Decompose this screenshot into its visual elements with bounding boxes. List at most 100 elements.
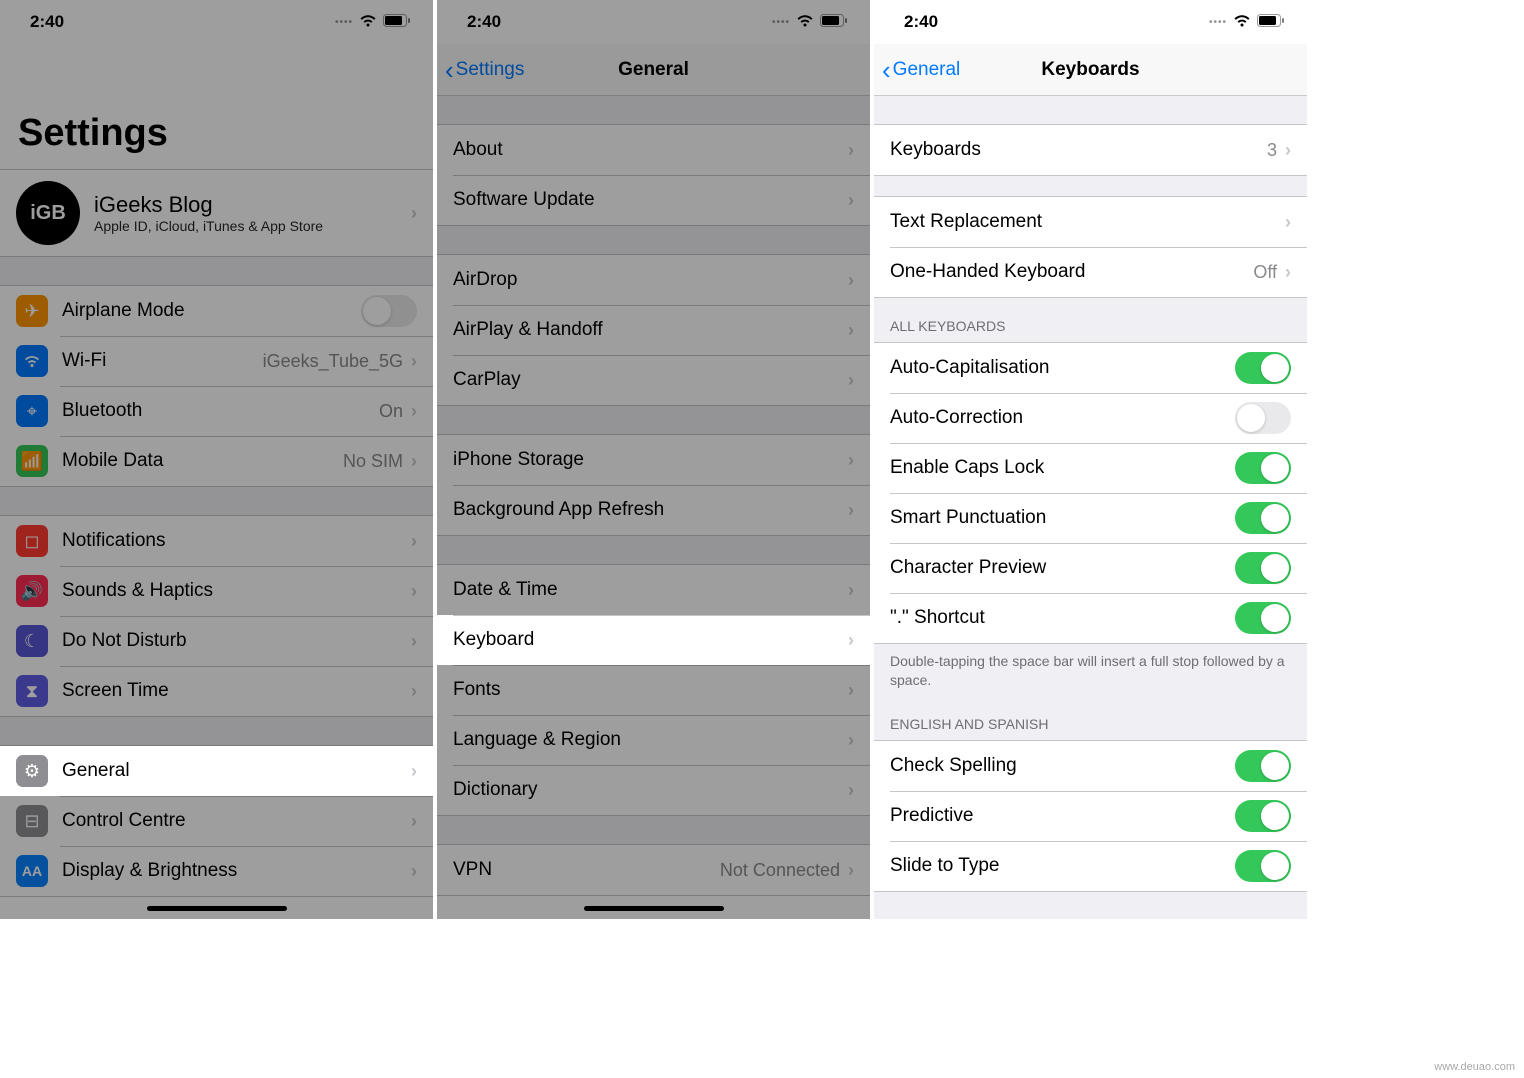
wifi-icon [1233, 12, 1251, 32]
hourglass-icon: ⧗ [16, 675, 48, 707]
airplane-icon: ✈ [16, 295, 48, 327]
row-notifications[interactable]: ◻ Notifications › [0, 516, 433, 566]
chevron-left-icon: ‹ [445, 57, 454, 83]
row-software-update[interactable]: Software Update› [437, 175, 870, 225]
chevron-right-icon: › [848, 730, 854, 751]
chevron-right-icon: › [848, 780, 854, 801]
chevron-right-icon: › [411, 401, 417, 422]
row-character-preview: Character Preview [874, 543, 1307, 593]
back-button[interactable]: ‹ Settings [445, 57, 524, 83]
row-one-handed-keyboard[interactable]: One-Handed Keyboard Off › [874, 247, 1307, 297]
page-whitespace [1307, 0, 1524, 1078]
chevron-right-icon: › [848, 580, 854, 601]
row-wifi[interactable]: Wi-Fi iGeeks_Tube_5G › [0, 336, 433, 386]
watermark: www.deuao.com [1431, 1060, 1518, 1074]
wifi-icon [359, 12, 377, 32]
row-dictionary[interactable]: Dictionary› [437, 765, 870, 815]
row-fonts[interactable]: Fonts› [437, 665, 870, 715]
moon-icon: ☾ [16, 625, 48, 657]
row-screen-time[interactable]: ⧗ Screen Time › [0, 666, 433, 716]
row-vpn[interactable]: VPNNot Connected› [437, 845, 870, 895]
row-airplay-handoff[interactable]: AirPlay & Handoff› [437, 305, 870, 355]
chevron-right-icon: › [411, 631, 417, 652]
row-keyboards-list[interactable]: Keyboards 3 › [874, 125, 1307, 175]
row-carplay[interactable]: CarPlay› [437, 355, 870, 405]
section-header-all-keyboards: ALL KEYBOARDS [874, 298, 1307, 342]
section-header-english-spanish: ENGLISH AND SPANISH [874, 696, 1307, 740]
profile-name: iGeeks Blog [94, 192, 411, 218]
apple-id-row[interactable]: iGB iGeeks Blog Apple ID, iCloud, iTunes… [0, 169, 433, 257]
chevron-right-icon: › [411, 581, 417, 602]
screen-settings-root: 2:40 •••• Settings iGB iGeeks Blog Apple… [0, 0, 433, 919]
check-spelling-toggle[interactable] [1235, 750, 1291, 782]
chevron-right-icon: › [411, 451, 417, 472]
row-mobile-data[interactable]: 📶 Mobile Data No SIM › [0, 436, 433, 486]
avatar: iGB [16, 181, 80, 245]
row-sounds[interactable]: 🔊 Sounds & Haptics › [0, 566, 433, 616]
back-button[interactable]: ‹ General [882, 57, 960, 83]
bluetooth-icon: ⌖ [16, 395, 48, 427]
home-indicator[interactable] [147, 906, 287, 911]
row-background-app-refresh[interactable]: Background App Refresh› [437, 485, 870, 535]
slide-to-type-toggle[interactable] [1235, 850, 1291, 882]
status-time: 2:40 [904, 12, 938, 32]
screen-keyboards: 2:40 •••• ‹ General Keyboards Keyboards … [874, 0, 1307, 919]
smart-punctuation-toggle[interactable] [1235, 502, 1291, 534]
airplane-toggle[interactable] [361, 295, 417, 327]
chevron-right-icon: › [848, 680, 854, 701]
row-keyboard[interactable]: Keyboard› [437, 615, 870, 665]
chevron-right-icon: › [411, 761, 417, 782]
character-preview-toggle[interactable] [1235, 552, 1291, 584]
auto-correction-toggle[interactable] [1235, 402, 1291, 434]
row-text-replacement[interactable]: Text Replacement › [874, 197, 1307, 247]
chevron-left-icon: ‹ [882, 57, 891, 83]
nav-bar: ‹ General Keyboards [874, 44, 1307, 96]
row-control-centre[interactable]: ⊟ Control Centre › [0, 796, 433, 846]
chevron-right-icon: › [411, 531, 417, 552]
sliders-icon: ⊟ [16, 805, 48, 837]
section-footer-dot-shortcut: Double-tapping the space bar will insert… [874, 644, 1307, 696]
row-iphone-storage[interactable]: iPhone Storage› [437, 435, 870, 485]
status-time: 2:40 [30, 12, 64, 32]
sounds-icon: 🔊 [16, 575, 48, 607]
row-auto-correction: Auto-Correction [874, 393, 1307, 443]
row-about[interactable]: About› [437, 125, 870, 175]
row-bluetooth[interactable]: ⌖ Bluetooth On › [0, 386, 433, 436]
row-date-time[interactable]: Date & Time› [437, 565, 870, 615]
chevron-right-icon: › [848, 370, 854, 391]
wifi-icon [796, 12, 814, 32]
chevron-right-icon: › [848, 320, 854, 341]
nav-title: General [618, 59, 689, 81]
chevron-right-icon: › [411, 681, 417, 702]
dot-shortcut-toggle[interactable] [1235, 602, 1291, 634]
row-enable-caps-lock: Enable Caps Lock [874, 443, 1307, 493]
auto-capitalisation-toggle[interactable] [1235, 352, 1291, 384]
cellular-dots-icon: •••• [335, 17, 353, 28]
cellular-icon: 📶 [16, 445, 48, 477]
row-language-region[interactable]: Language & Region› [437, 715, 870, 765]
home-indicator[interactable] [584, 906, 724, 911]
row-display-brightness[interactable]: AA Display & Brightness › [0, 846, 433, 896]
status-bar: 2:40 •••• [0, 0, 433, 44]
chevron-right-icon: › [848, 450, 854, 471]
chevron-right-icon: › [1285, 140, 1291, 161]
text-size-icon: AA [16, 855, 48, 887]
chevron-right-icon: › [411, 203, 417, 224]
cellular-dots-icon: •••• [1209, 17, 1227, 28]
chevron-right-icon: › [411, 861, 417, 882]
chevron-right-icon: › [411, 351, 417, 372]
chevron-right-icon: › [411, 811, 417, 832]
row-smart-punctuation: Smart Punctuation [874, 493, 1307, 543]
row-dnd[interactable]: ☾ Do Not Disturb › [0, 616, 433, 666]
row-general[interactable]: ⚙ General › [0, 746, 433, 796]
row-airplane-mode[interactable]: ✈ Airplane Mode [0, 286, 433, 336]
three-screenshots-layout: 2:40 •••• Settings iGB iGeeks Blog Apple… [0, 0, 1524, 1078]
cellular-dots-icon: •••• [772, 17, 790, 28]
predictive-toggle[interactable] [1235, 800, 1291, 832]
battery-icon [1257, 12, 1285, 32]
gear-icon: ⚙ [16, 755, 48, 787]
caps-lock-toggle[interactable] [1235, 452, 1291, 484]
screen-general: 2:40 •••• ‹ Settings General About› Soft… [437, 0, 870, 919]
status-time: 2:40 [467, 12, 501, 32]
row-airdrop[interactable]: AirDrop› [437, 255, 870, 305]
